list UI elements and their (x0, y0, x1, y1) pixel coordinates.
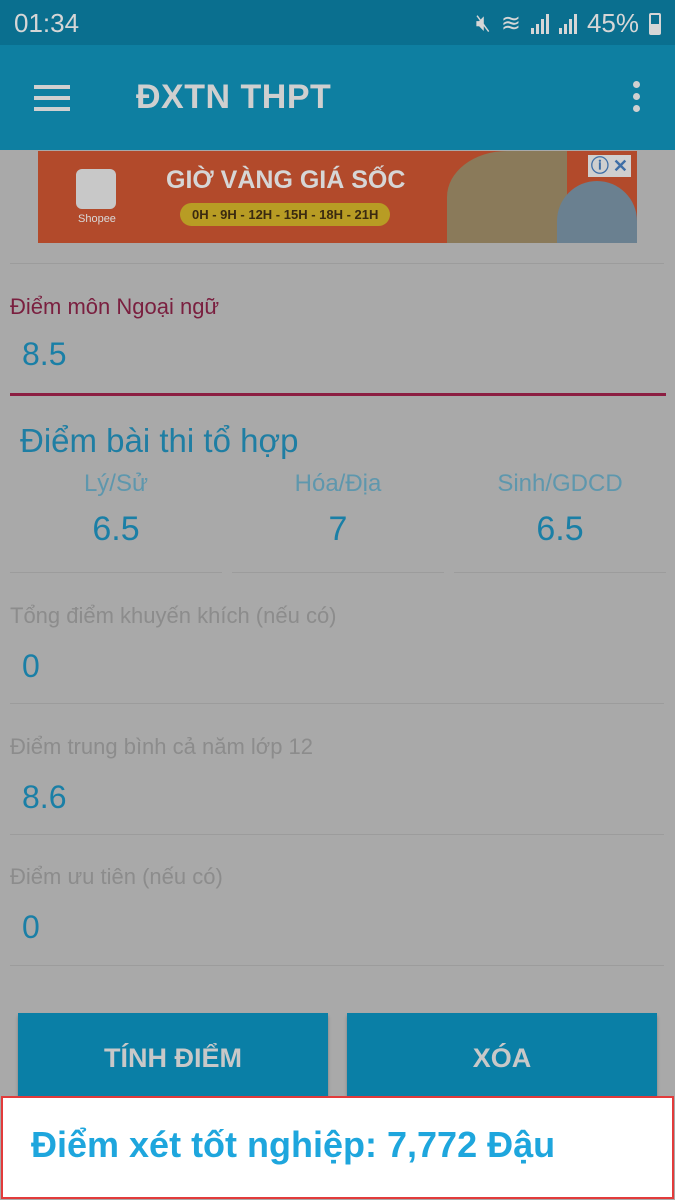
combo-value[interactable]: 6.5 (454, 510, 666, 549)
divider (10, 263, 664, 264)
ad-brand: Shopee (78, 213, 116, 225)
combo-label: Sinh/GDCD (497, 470, 623, 497)
hamburger-menu-icon[interactable] (34, 85, 70, 113)
result-text: Điểm xét tốt nghiệp: 7,772 Đậu (31, 1124, 556, 1165)
grade12-average-label: Điểm trung bình cả năm lớp 12 (10, 734, 314, 759)
priority-label: Điểm ưu tiên (nếu có) (10, 864, 223, 889)
status-bar: 01:34 🔇︎ ≋ 45% (0, 0, 675, 45)
encouragement-input[interactable]: 0 (22, 648, 40, 685)
ad-hours: 0H - 9H - 12H - 15H - 18H - 21H (180, 203, 391, 226)
battery-icon (649, 12, 661, 35)
combo-value[interactable]: 7 (232, 510, 444, 549)
info-icon[interactable]: ⓘ (591, 156, 609, 176)
combo-physics-history[interactable]: Lý/Sử 6.5 (10, 470, 222, 573)
mute-icon: 🔇︎ (475, 9, 491, 37)
input-underline (232, 572, 444, 573)
overflow-menu-icon[interactable] (633, 81, 641, 115)
battery-percent: 45% (586, 8, 639, 38)
combined-exam-title: Điểm bài thi tổ hợp (20, 422, 299, 459)
focus-underline (10, 393, 666, 396)
input-underline (454, 572, 666, 573)
app-title: ĐXTN THPT (136, 78, 332, 116)
signal-icon (530, 13, 549, 34)
combo-chemistry-geography[interactable]: Hóa/Địa 7 (232, 470, 444, 573)
input-underline (10, 965, 664, 966)
input-underline (10, 703, 664, 704)
wifi-icon: ≋ (500, 10, 521, 37)
result-panel: Điểm xét tốt nghiệp: 7,772 Đậu (1, 1096, 674, 1199)
ad-image-2 (557, 181, 637, 243)
clear-button[interactable]: XÓA (347, 1013, 657, 1103)
status-icons: 🔇︎ ≋ 45% (476, 8, 661, 39)
ad-banner[interactable]: Shopee GIỜ VÀNG GIÁ SỐC 0H - 9H - 12H - … (38, 151, 637, 243)
shopee-logo-icon (76, 169, 116, 209)
close-icon[interactable]: ✕ (613, 156, 628, 176)
foreign-language-label: Điểm môn Ngoại ngữ (10, 294, 220, 319)
foreign-language-input[interactable]: 8.5 (22, 336, 66, 373)
combo-biology-civics[interactable]: Sinh/GDCD 6.5 (454, 470, 666, 573)
input-underline (10, 572, 222, 573)
combo-value[interactable]: 6.5 (10, 510, 222, 549)
combo-label: Hóa/Địa (294, 470, 382, 497)
combo-label: Lý/Sử (83, 470, 149, 497)
app-bar: ĐXTN THPT (0, 45, 675, 150)
signal-icon-2 (558, 13, 577, 34)
grade12-average-input[interactable]: 8.6 (22, 779, 66, 816)
input-underline (10, 834, 664, 835)
calculate-button[interactable]: TÍNH ĐIỂM (18, 1013, 328, 1103)
ad-headline: GIỜ VÀNG GIÁ SỐC (166, 166, 406, 194)
encouragement-label: Tổng điểm khuyến khích (nếu có) (10, 603, 337, 628)
ad-badge: ⓘ ✕ (587, 155, 631, 177)
ad-image (447, 151, 567, 243)
priority-input[interactable]: 0 (22, 909, 40, 946)
status-time: 01:34 (14, 8, 80, 38)
